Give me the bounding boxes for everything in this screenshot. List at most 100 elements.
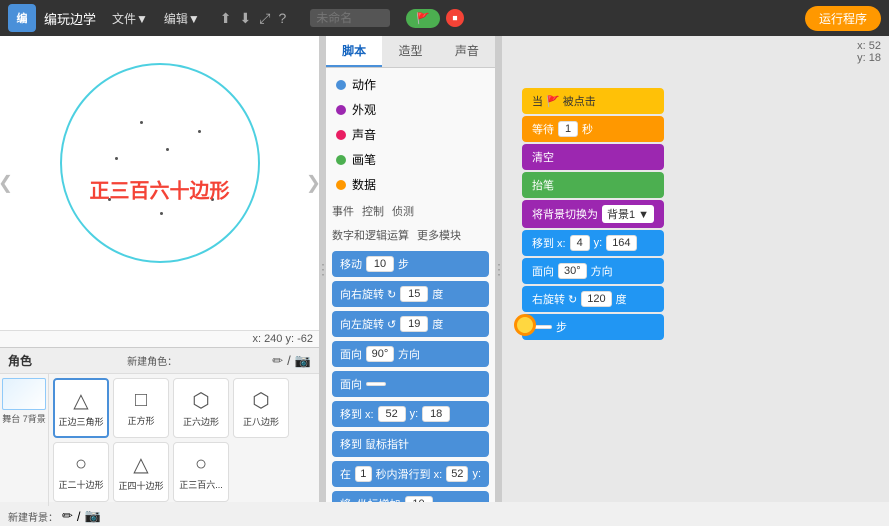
cat-data[interactable]: 数据 <box>326 172 495 197</box>
fullscreen-icon[interactable]: ⤢ <box>259 10 270 27</box>
sblock-turn[interactable]: 右旋转 ↻ 120 度 <box>522 286 664 312</box>
sprite-name-7: 正三百六... <box>179 478 223 491</box>
stage-arrow-left[interactable]: ❮ <box>0 173 13 194</box>
cat-looks[interactable]: 外观 <box>326 97 495 122</box>
help-icon[interactable]: ? <box>278 10 286 27</box>
sprite-name-4: 正八边形 <box>243 415 279 428</box>
sblock-goto-xy[interactable]: 移到 x: 4 y: 164 <box>522 230 664 256</box>
block-goto-x[interactable]: 52 <box>378 406 406 422</box>
tab-costume[interactable]: 造型 <box>382 36 438 67</box>
block-glide-time[interactable]: 1 <box>355 466 372 482</box>
sprite-item-6[interactable]: △ 正四十边形 <box>113 442 169 502</box>
stage-area: ❮ 正三百六十边形 ❯ x: 240 y: -62 角色 新建角色： ✏ / 📷 <box>0 36 320 502</box>
upload-icon[interactable]: ⬆ <box>220 10 232 27</box>
block-turn-left[interactable]: 向左旋转 ↺ 19 度 <box>332 311 489 337</box>
new-bg-camera-icon[interactable]: 📷 <box>85 508 101 524</box>
sblock-switch-bg[interactable]: 将背景切换为 背景1 ▼ <box>522 200 664 228</box>
sprite-icon-6: △ <box>133 452 148 477</box>
new-bg-label: 新建背景： <box>8 509 58 524</box>
dot <box>115 157 118 160</box>
sprite-camera-icon[interactable]: 📷 <box>295 353 311 369</box>
brand-label: 编玩边学 <box>44 9 96 28</box>
cat-sensing[interactable]: 侦测 <box>392 203 414 219</box>
block-face-dir-input[interactable]: 90° <box>366 346 394 362</box>
sprite-upload-icon[interactable]: / <box>287 353 291 369</box>
sprite-item-3[interactable]: ⬡ 正六边形 <box>173 378 229 438</box>
sblock-face[interactable]: 面向 30° 方向 <box>522 258 664 284</box>
category-list: 动作 外观 声音 画笔 数据 <box>326 68 495 201</box>
download-icon[interactable]: ⬇ <box>240 10 252 27</box>
logo-icon: 编 <box>8 4 36 32</box>
stage-circle <box>60 63 260 263</box>
sprite-panel-title: 角色 <box>8 352 32 369</box>
sblock-goto-x[interactable]: 4 <box>570 235 590 251</box>
cat-operators[interactable]: 数字和逻辑运算 <box>332 227 409 243</box>
menu-file[interactable]: 文件▼ <box>112 10 148 27</box>
block-goto-xy[interactable]: 移到 x: 52 y: 18 <box>332 401 489 427</box>
sblock-when-flag[interactable]: 当 🚩 被点击 <box>522 88 664 114</box>
stage-canvas[interactable]: ❮ 正三百六十边形 ❯ <box>0 36 319 330</box>
block-glide[interactable]: 在 1 秒内滑行到 x: 52 y: <box>332 461 489 487</box>
new-bg-upload-icon[interactable]: / <box>77 509 81 524</box>
sblock-wait[interactable]: 等待 1 秒 <box>522 116 664 142</box>
sblock-wait-input[interactable]: 1 <box>558 121 578 137</box>
new-bg-bar: 新建背景： ✏ / 📷 <box>0 506 319 526</box>
block-turn-left-input[interactable]: 19 <box>400 316 428 332</box>
cat-pen[interactable]: 画笔 <box>326 147 495 172</box>
block-move-input[interactable]: 10 <box>366 256 394 272</box>
sblock-turn-input[interactable]: 120 <box>581 291 611 307</box>
sblock-face-input[interactable]: 30° <box>558 263 587 279</box>
sprite-item-2[interactable]: □ 正方形 <box>113 378 169 438</box>
block-change-x-input[interactable]: 10 <box>405 496 433 502</box>
flag-button[interactable]: 🚩 <box>406 9 440 28</box>
block-goto-y[interactable]: 18 <box>422 406 450 422</box>
sprites-grid: △ 正边三角形 □ 正方形 ⬡ 正六边形 ⬡ 正八边形 <box>49 374 319 506</box>
sprite-item-5[interactable]: ○ 正二十边形 <box>53 442 109 502</box>
sprite-name-1: 正边三角形 <box>58 415 103 428</box>
cursor-indicator <box>514 314 536 336</box>
script-area[interactable]: x: 52y: 18 当 🚩 被点击 等待 1 秒 清空 抬笔 将背景切换为 背… <box>502 36 889 502</box>
sblock-bg-dropdown[interactable]: 背景1 ▼ <box>602 205 654 223</box>
backgrounds-column: 舞台 7背景 <box>0 374 49 506</box>
block-face-input[interactable] <box>366 382 386 386</box>
block-face[interactable]: 面向 <box>332 371 489 397</box>
sprite-icon-7: ○ <box>195 453 207 476</box>
blocks-list: 移动 10 步 向右旋转 ↻ 15 度 向左旋转 ↺ 19 度 面向 90° 方… <box>326 245 495 502</box>
new-sprite-label: 新建角色： <box>127 353 177 368</box>
menu-edit[interactable]: 编辑▼ <box>164 10 200 27</box>
bg-thumbnail[interactable] <box>2 378 46 410</box>
sprite-name-3: 正六边形 <box>183 415 219 428</box>
stage-arrow-right[interactable]: ❯ <box>306 173 319 194</box>
cat-sound[interactable]: 声音 <box>326 122 495 147</box>
sprite-item-1[interactable]: △ 正边三角形 <box>53 378 109 438</box>
sblock-goto-y[interactable]: 164 <box>606 235 636 251</box>
cat-more[interactable]: 更多模块 <box>417 227 461 243</box>
block-turn-right[interactable]: 向右旋转 ↻ 15 度 <box>332 281 489 307</box>
cat-motion[interactable]: 动作 <box>326 72 495 97</box>
project-title-input[interactable] <box>310 9 390 27</box>
sprite-item-4[interactable]: ⬡ 正八边形 <box>233 378 289 438</box>
sblock-pen-up[interactable]: 抬笔 <box>522 172 664 198</box>
cat-label-pen: 画笔 <box>352 151 376 168</box>
sprite-panel-header: 角色 新建角色： ✏ / 📷 <box>0 348 319 374</box>
block-move[interactable]: 移动 10 步 <box>332 251 489 277</box>
run-program-button[interactable]: 运行程序 <box>805 6 881 31</box>
tabs-row: 脚本 造型 声音 <box>326 36 495 68</box>
block-change-x[interactable]: 将x坐标增加 10 <box>332 491 489 502</box>
cat-events[interactable]: 事件 <box>332 203 354 219</box>
sblock-clear[interactable]: 清空 <box>522 144 664 170</box>
tab-sound[interactable]: 声音 <box>439 36 495 67</box>
new-bg-paint-icon[interactable]: ✏ <box>62 508 73 524</box>
stop-button[interactable]: ⏹ <box>446 9 464 27</box>
cat-control[interactable]: 控制 <box>362 203 384 219</box>
script-stack: 当 🚩 被点击 等待 1 秒 清空 抬笔 将背景切换为 背景1 ▼ 移到 x: … <box>522 88 664 340</box>
sprite-item-7[interactable]: ○ 正三百六... <box>173 442 229 502</box>
sprite-paint-icon[interactable]: ✏ <box>272 353 283 369</box>
block-goto-cursor[interactable]: 移到 鼠标指针 <box>332 431 489 457</box>
block-turn-right-input[interactable]: 15 <box>400 286 428 302</box>
block-face-dir[interactable]: 面向 90° 方向 <box>332 341 489 367</box>
tab-script[interactable]: 脚本 <box>326 36 382 67</box>
block-glide-x[interactable]: 52 <box>446 466 468 482</box>
sblock-move[interactable]: 步 <box>522 314 664 340</box>
stage-sprite-label: 正三百六十边形 <box>90 174 230 203</box>
